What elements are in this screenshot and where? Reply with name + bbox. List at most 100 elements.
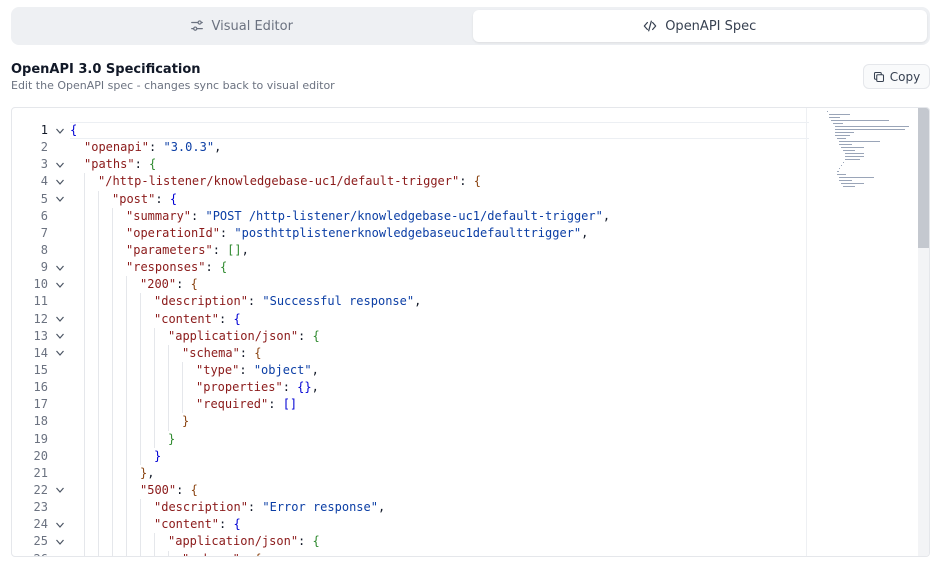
code-text: "operationId": "posthttplistenerknowledg… (126, 225, 589, 240)
indent-guide (84, 499, 85, 517)
indent-guide (84, 224, 85, 242)
fold-chevron-icon[interactable] (54, 311, 66, 328)
code-line[interactable]: 25 "application/json": { (12, 533, 929, 551)
indent-guide (84, 173, 85, 191)
code-line[interactable]: 21}, (12, 464, 929, 482)
scrollbar-thumb[interactable] (918, 108, 929, 248)
code-text: } (182, 414, 190, 429)
code-line[interactable]: 4 "/http-listener/knowledgebase-uc1/defau… (12, 173, 929, 191)
code-line[interactable]: 24 "content": { (12, 516, 929, 534)
code-line[interactable]: 7 "operationId": "posthttplistenerknowled… (12, 224, 929, 242)
code-line[interactable]: 15 "type": "object", (12, 361, 929, 380)
indent-guide (112, 481, 113, 500)
tab-visual-editor-label: Visual Editor (211, 18, 293, 34)
code-line[interactable]: 10 "200": { (12, 276, 929, 294)
code-line[interactable]: 8 "parameters": [], (12, 241, 929, 260)
code-line[interactable]: 12 "content": { (12, 310, 929, 328)
fold-chevron-icon[interactable] (54, 122, 66, 139)
code-line[interactable]: 16 "properties": {}, (12, 379, 929, 397)
minimap-line (841, 147, 865, 148)
indent-guide (112, 533, 113, 551)
fold-chevron-icon[interactable] (54, 482, 66, 499)
line-number: 15 (33, 362, 48, 377)
indent-guide (140, 327, 141, 345)
indent-guide (140, 550, 141, 556)
indent-guide (112, 361, 113, 380)
fold-chevron-icon[interactable] (54, 345, 66, 362)
tab-openapi-spec[interactable]: OpenAPI Spec (472, 10, 927, 42)
code-line[interactable]: 14 "schema": { (12, 344, 929, 362)
code-line[interactable]: 9 "responses": { (12, 259, 929, 277)
fold-chevron-icon[interactable] (54, 259, 66, 276)
code-line[interactable]: 26 "schema": { (12, 550, 929, 556)
indent-guide (168, 344, 169, 362)
indent-guide (112, 241, 113, 260)
page-title: OpenAPI 3.0 Specification (11, 62, 201, 77)
indent-guide (84, 293, 85, 311)
code-line[interactable]: 18} (12, 413, 929, 431)
indent-guide (154, 533, 155, 551)
fold-chevron-icon[interactable] (54, 328, 66, 345)
line-number: 5 (40, 191, 48, 206)
fold-chevron-icon[interactable] (54, 156, 66, 173)
line-number: 2 (40, 140, 48, 155)
indent-guide (154, 413, 155, 431)
minimap-line (845, 153, 864, 154)
minimap-line (835, 132, 854, 133)
indent-guide (112, 379, 113, 397)
indent-guide (140, 516, 141, 534)
code-text: } (168, 431, 176, 446)
fold-chevron-icon[interactable] (54, 191, 66, 208)
minimap-line (837, 138, 846, 139)
line-number: 18 (33, 414, 48, 429)
indent-guide (112, 344, 113, 362)
code-line[interactable]: 19} (12, 430, 929, 448)
indent-guide (98, 481, 99, 500)
indent-guide (154, 430, 155, 448)
copy-button[interactable]: Copy (863, 64, 930, 89)
minimap-line (831, 120, 890, 121)
code-line[interactable]: 23 "description": "Error response", (12, 499, 929, 517)
indent-guide (140, 499, 141, 517)
vertical-scrollbar[interactable] (918, 108, 929, 556)
code-text: "summary": "POST /http-listener/knowledg… (126, 208, 611, 223)
indent-guide (98, 550, 99, 556)
tab-visual-editor[interactable]: Visual Editor (14, 10, 469, 42)
code-line[interactable]: 2 "openapi": "3.0.3", (12, 139, 929, 156)
indent-guide (98, 533, 99, 551)
fold-chevron-icon[interactable] (54, 276, 66, 293)
code-lines[interactable]: 1{2 "openapi": "3.0.3", 3 "paths": {4 "/http… (12, 122, 929, 556)
indent-guide (140, 293, 141, 311)
indent-guide (84, 447, 85, 465)
indent-guide (84, 533, 85, 551)
code-editor[interactable]: 1{2 "openapi": "3.0.3", 3 "paths": {4 "/http… (11, 107, 930, 557)
indent-guide (112, 259, 113, 277)
indent-guide (84, 327, 85, 345)
fold-chevron-icon[interactable] (54, 173, 66, 190)
indent-guide (140, 533, 141, 551)
indent-guide (84, 276, 85, 294)
indent-guide (126, 413, 127, 431)
indent-guide (112, 327, 113, 345)
indent-guide (112, 430, 113, 448)
code-text: } (154, 448, 162, 463)
code-text: "schema": { (182, 345, 262, 360)
code-line[interactable]: 5 "post": { (12, 190, 929, 208)
indent-guide (182, 361, 183, 380)
code-text: "application/json": { (168, 534, 320, 549)
code-line[interactable]: 3 "paths": { (12, 156, 929, 173)
fold-chevron-icon[interactable] (54, 533, 66, 550)
code-line[interactable]: 11 "description": "Successful response", (12, 293, 929, 311)
fold-chevron-icon[interactable] (54, 516, 66, 533)
minimap-line (837, 171, 840, 172)
code-line[interactable]: 13 "application/json": { (12, 327, 929, 345)
code-line[interactable]: 20} (12, 447, 929, 465)
minimap-line (839, 177, 875, 178)
code-line[interactable]: 22 "500": { (12, 481, 929, 500)
minimap[interactable] (812, 108, 918, 278)
minimap-line (829, 114, 850, 115)
minimap-line (835, 126, 909, 127)
code-line[interactable]: 1{ (12, 122, 929, 139)
code-line[interactable]: 6 "summary": "POST /http-listener/knowled… (12, 207, 929, 225)
code-line[interactable]: 17 "required": [] (12, 396, 929, 414)
